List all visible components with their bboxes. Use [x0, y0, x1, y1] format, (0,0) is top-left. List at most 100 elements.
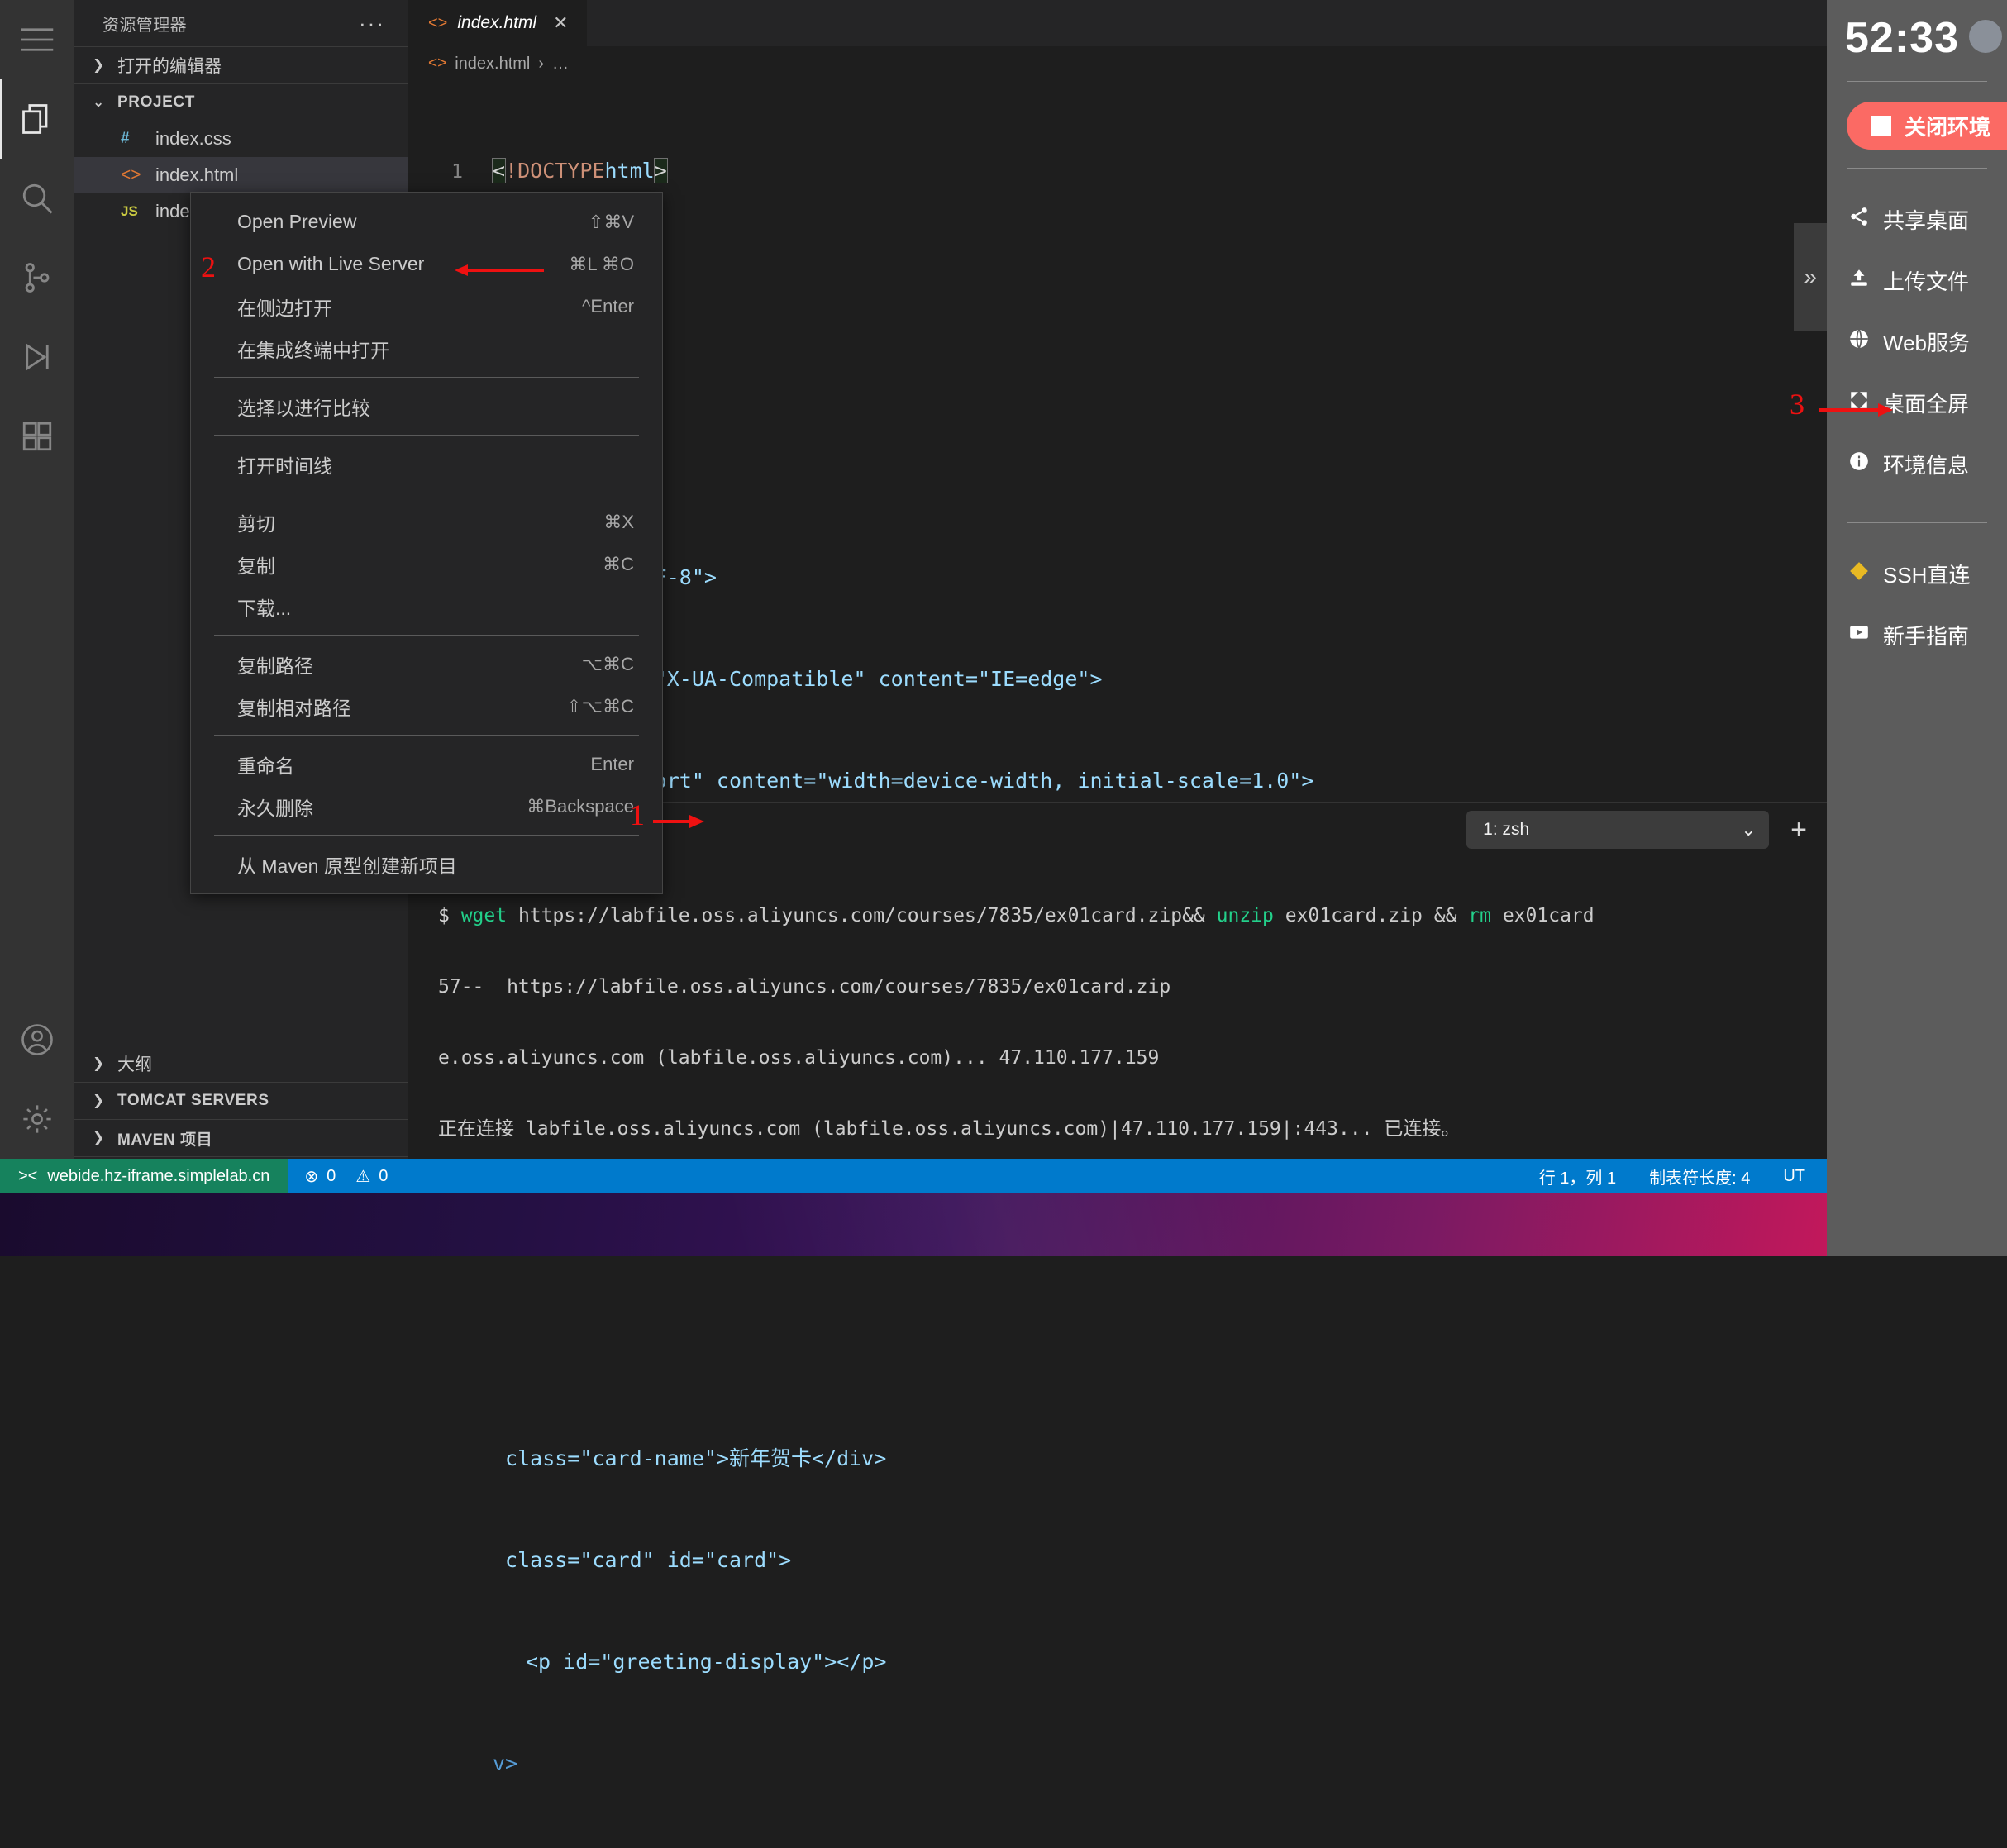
section-project[interactable]: ⌄ PROJECT — [74, 83, 408, 121]
status-bar: >< webide.hz-iframe.simplelab.cn ⊗ 0 ⚠ 0… — [0, 1159, 1827, 1193]
terminal-line: e.oss.aliyuncs.com (labfile.oss.aliyuncs… — [438, 1046, 1817, 1070]
panel-actions: 1: zsh ⌄ + — [1466, 811, 1807, 849]
menu-item-rename[interactable]: 重命名 Enter — [191, 743, 662, 785]
globe-icon — [1848, 328, 1870, 355]
menu-separator — [214, 635, 639, 636]
menu-item-label: 选择以进行比较 — [237, 393, 370, 421]
drawer-item-label: 上传文件 — [1883, 265, 1969, 296]
menu-separator — [214, 835, 639, 836]
close-icon[interactable]: ✕ — [553, 12, 568, 34]
search-icon[interactable] — [0, 159, 74, 238]
section-maven-projects-label: MAVEN 项目 — [117, 1127, 212, 1150]
close-environment-label: 关闭环境 — [1905, 111, 1990, 141]
error-count: 0 — [327, 1167, 336, 1186]
more-actions-icon[interactable]: ··· — [359, 19, 385, 27]
close-environment-button[interactable]: 关闭环境 — [1847, 102, 2007, 150]
breadcrumb-separator: › — [538, 55, 544, 74]
menu-item-delete-permanently[interactable]: 永久删除 ⌘Backspace — [191, 785, 662, 827]
drawer-item-label: 桌面全屏 — [1883, 388, 1969, 418]
section-maven-projects[interactable]: ❯ MAVEN 项目 — [74, 1119, 408, 1156]
menu-item-copy[interactable]: 复制 ⌘C — [191, 543, 662, 585]
menu-separator — [214, 377, 639, 378]
menu-item-label: 下载... — [237, 593, 291, 621]
menu-item-copy-path[interactable]: 复制路径 ⌥⌘C — [191, 643, 662, 685]
extensions-icon[interactable] — [0, 397, 74, 476]
menu-item-open-in-integrated-terminal[interactable]: 在集成终端中打开 — [191, 327, 662, 369]
chevron-down-icon: ⌄ — [1742, 820, 1757, 841]
file-label: index.html — [155, 164, 238, 186]
warning-icon: ⚠ — [355, 1166, 370, 1187]
menu-item-shortcut: ⇧⌘V — [589, 212, 634, 233]
status-right-group: 行 1，列 1 制表符长度: 4 UT — [1539, 1165, 1827, 1188]
file-context-menu: Open Preview ⇧⌘V Open with Live Server ⌘… — [190, 192, 663, 894]
tab-index-html[interactable]: <> index.html ✕ — [408, 0, 587, 46]
drawer-item-label: Web服务 — [1883, 326, 1970, 357]
status-problems[interactable]: ⊗ 0 ⚠ 0 — [288, 1166, 404, 1187]
menu-item-cut[interactable]: 剪切 ⌘X — [191, 501, 662, 543]
guide-video-icon — [1848, 622, 1870, 649]
menu-item-open-timeline[interactable]: 打开时间线 — [191, 443, 662, 485]
explorer-title: 资源管理器 — [102, 12, 187, 36]
drawer-item-ssh-connect[interactable]: SSH直连 — [1827, 543, 2007, 604]
terminal-select[interactable]: 1: zsh ⌄ — [1466, 811, 1769, 849]
chevron-right-icon: ❯ — [93, 1055, 117, 1072]
menu-item-label: 复制 — [237, 550, 275, 579]
menu-item-new-maven-project[interactable]: 从 Maven 原型创建新项目 — [191, 843, 662, 885]
status-remote-host[interactable]: >< webide.hz-iframe.simplelab.cn — [0, 1159, 288, 1193]
add-terminal-icon[interactable]: + — [1790, 816, 1807, 844]
settings-gear-icon[interactable] — [0, 1079, 74, 1159]
file-item-index-html[interactable]: <> index.html — [74, 157, 408, 193]
section-outline[interactable]: ❯ 大纲 — [74, 1045, 408, 1082]
menu-item-open-preview[interactable]: Open Preview ⇧⌘V — [191, 201, 662, 243]
info-icon — [1848, 450, 1870, 478]
tab-label: index.html — [457, 13, 536, 33]
breadcrumb-file[interactable]: index.html — [455, 55, 530, 74]
menu-item-open-to-side[interactable]: 在侧边打开 ^Enter — [191, 285, 662, 327]
stop-square-icon — [1871, 116, 1891, 136]
html-file-icon: <> — [428, 55, 446, 73]
annotation-arrow-2 — [455, 261, 546, 279]
account-icon[interactable] — [0, 1000, 74, 1079]
status-cursor-position[interactable]: 行 1，列 1 — [1539, 1165, 1616, 1188]
explorer-icon[interactable] — [0, 79, 74, 159]
file-item-index-css[interactable]: # index.css — [74, 121, 408, 157]
drawer-item-beginner-guide[interactable]: 新手指南 — [1827, 604, 2007, 665]
clock-icon — [1969, 20, 2002, 53]
line-number: 1 — [408, 155, 463, 189]
code-token: < — [493, 159, 505, 183]
editor-tab-bar: <> index.html ✕ — [408, 0, 2007, 46]
annotation-arrow-3 — [1819, 400, 1893, 420]
drawer-item-label: 新手指南 — [1883, 620, 1969, 650]
code-token: class="card" id="card"> — [493, 1548, 791, 1572]
menu-item-label: 剪切 — [237, 508, 275, 536]
status-encoding[interactable]: UT — [1783, 1167, 1805, 1186]
breadcrumb[interactable]: <> index.html › … — [408, 46, 2007, 81]
drawer-item-share-desktop[interactable]: 共享桌面 — [1827, 188, 2007, 250]
menu-item-shortcut: ⌘Backspace — [527, 796, 634, 817]
drawer-item-web-service[interactable]: Web服务 — [1827, 311, 2007, 372]
terminal-select-value: 1: zsh — [1483, 820, 1529, 840]
menu-icon[interactable] — [0, 0, 74, 79]
menu-item-select-for-compare[interactable]: 选择以进行比较 — [191, 385, 662, 427]
source-control-icon[interactable] — [0, 238, 74, 317]
chevron-right-icon: ❯ — [93, 1130, 117, 1146]
collapse-drawer-button[interactable]: » — [1794, 223, 1827, 331]
status-indent-size[interactable]: 制表符长度: 4 — [1649, 1165, 1750, 1188]
code-token: class="card-name">新年贺卡</div> — [493, 1446, 886, 1470]
section-open-editors[interactable]: ❯ 打开的编辑器 — [74, 46, 408, 83]
menu-item-shortcut: ⌘L ⌘O — [569, 254, 634, 275]
menu-item-open-with-live-server[interactable]: Open with Live Server ⌘L ⌘O — [191, 243, 662, 285]
ssh-diamond-icon — [1848, 560, 1870, 588]
activity-bar — [0, 0, 74, 1193]
drawer-item-upload-file[interactable]: 上传文件 — [1827, 250, 2007, 311]
drawer-item-environment-info[interactable]: 环境信息 — [1827, 433, 2007, 494]
terminal-line: 正在连接 labfile.oss.aliyuncs.com (labfile.o… — [438, 1117, 1817, 1141]
error-icon: ⊗ — [304, 1166, 318, 1187]
file-label: index.css — [155, 128, 231, 150]
terminal-output[interactable]: $ wget https://labfile.oss.aliyuncs.com/… — [438, 857, 1817, 1193]
run-debug-icon[interactable] — [0, 317, 74, 397]
menu-item-download[interactable]: 下载... — [191, 585, 662, 627]
section-tomcat-servers[interactable]: ❯ TOMCAT SERVERS — [74, 1082, 408, 1119]
menu-item-copy-relative-path[interactable]: 复制相对路径 ⇧⌥⌘C — [191, 685, 662, 727]
breadcrumb-tail[interactable]: … — [552, 55, 569, 74]
